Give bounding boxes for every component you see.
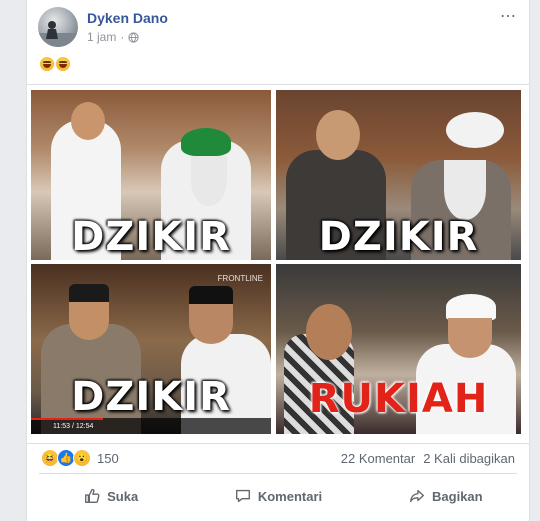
thumbs-up-icon — [85, 488, 100, 503]
author-name[interactable]: Dyken Dano — [87, 10, 168, 26]
wow-icon: 😮 — [73, 449, 91, 467]
author-avatar[interactable] — [38, 7, 78, 47]
engagement-stats: 22 Komentar 2 Kali dibagikan — [341, 451, 515, 466]
more-options-icon[interactable]: ⋯ — [500, 6, 517, 26]
share-count[interactable]: 2 Kali dibagikan — [423, 451, 515, 466]
avatar-silhouette-icon — [38, 21, 78, 47]
face-with-tears-of-joy-icon — [56, 57, 70, 71]
person-shape — [69, 302, 109, 340]
peci-cap-shape — [189, 286, 233, 306]
caption-dzikir-3: DZIKIR — [71, 374, 231, 420]
reaction-count[interactable]: 150 — [97, 451, 119, 466]
share-button-label: Bagikan — [432, 488, 483, 504]
person-shape — [316, 110, 360, 160]
post-time[interactable]: 1 jam — [87, 30, 116, 44]
comment-button-label: Komentari — [257, 488, 323, 504]
peci-cap-shape — [69, 284, 109, 304]
caption-dzikir-1: DZIKIR — [71, 214, 231, 260]
person-shape — [306, 304, 352, 360]
beard-shape — [444, 160, 486, 220]
kopiah-cap-shape — [446, 294, 496, 320]
post-meta: 1 jam · — [87, 30, 139, 44]
beard-shape — [191, 156, 227, 206]
face-with-tears-of-joy-icon — [40, 57, 54, 71]
video-progress-bar[interactable]: 11:53 / 12:54 — [31, 418, 271, 434]
post-message — [40, 57, 70, 71]
photo-panel-top-left: DZIKIR — [31, 90, 271, 260]
globe-icon[interactable] — [128, 31, 139, 43]
photo-panel-top-right: DZIKIR — [276, 90, 521, 260]
post-card: Dyken Dano 1 jam · ⋯ DZIKIR DZIKIR FRONT… — [26, 0, 530, 521]
watermark: FRONTLINE — [217, 274, 263, 283]
post-photo[interactable]: DZIKIR DZIKIR FRONTLINE DZIKIR 11:53 / 1… — [27, 84, 529, 444]
turban-shape — [181, 128, 231, 156]
person-shape — [448, 318, 492, 358]
share-arrow-icon — [410, 489, 425, 503]
caption-dzikir-2: DZIKIR — [318, 214, 479, 260]
reaction-summary[interactable]: 😆 👍 😮 150 — [41, 449, 119, 467]
like-button-label: Suka — [107, 488, 139, 504]
divider — [39, 473, 517, 474]
person-shape — [71, 102, 105, 140]
video-time: 11:53 / 12:54 — [53, 423, 94, 430]
turban-shape — [446, 112, 504, 148]
photo-panel-bottom-right: RUKIAH — [276, 264, 521, 434]
action-bar: Suka Komentari Bagikan — [27, 480, 529, 512]
comment-button[interactable]: Komentari — [194, 480, 361, 512]
photo-panel-bottom-left: FRONTLINE DZIKIR 11:53 / 12:54 — [31, 264, 271, 434]
comment-icon — [235, 489, 250, 503]
caption-rukiah: RUKIAH — [308, 376, 489, 422]
like-button[interactable]: Suka — [27, 480, 194, 512]
share-button[interactable]: Bagikan — [362, 480, 529, 512]
meta-separator: · — [120, 30, 125, 44]
person-shape — [189, 304, 233, 344]
comment-count[interactable]: 22 Komentar — [341, 451, 415, 466]
video-progress — [31, 418, 103, 420]
